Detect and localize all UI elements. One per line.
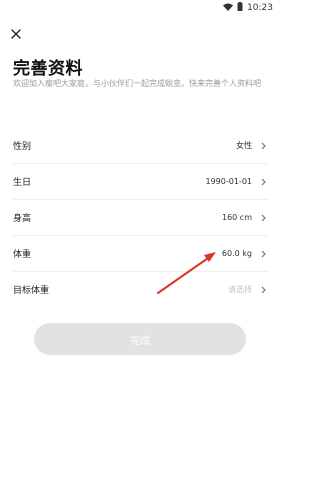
status-time: 10:23 bbox=[247, 3, 273, 13]
status-bar: 10:23 bbox=[0, 0, 281, 16]
profile-form: 性别 女性 生日 1990-01-01 身高 160 cm 体重 60.0 kg… bbox=[13, 128, 268, 307]
form-row-label: 体重 bbox=[13, 250, 32, 260]
close-button[interactable] bbox=[9, 26, 23, 40]
form-row-value: 60.0 kg bbox=[221, 249, 252, 258]
form-row-value: 女性 bbox=[236, 141, 252, 150]
form-row-target-weight[interactable]: 目标体重 请选择 bbox=[13, 272, 268, 307]
form-row-height[interactable]: 身高 160 cm bbox=[13, 200, 268, 236]
close-icon bbox=[11, 24, 21, 43]
form-row-label: 生日 bbox=[13, 178, 32, 188]
chevron-right-icon bbox=[260, 286, 266, 294]
form-row-value: 1990-01-01 bbox=[205, 177, 253, 186]
chevron-right-icon bbox=[260, 250, 266, 258]
form-row-birthday[interactable]: 生日 1990-01-01 bbox=[13, 164, 268, 200]
submit-button-label: 完成 bbox=[130, 335, 150, 347]
form-row-label: 目标体重 bbox=[13, 286, 50, 296]
page-title: 完善资料 bbox=[13, 59, 83, 79]
wifi-icon bbox=[223, 3, 234, 14]
chevron-right-icon bbox=[260, 214, 266, 222]
chevron-right-icon bbox=[260, 178, 266, 186]
form-row-gender[interactable]: 性别 女性 bbox=[13, 128, 268, 164]
chevron-right-icon bbox=[260, 142, 266, 150]
form-row-weight[interactable]: 体重 60.0 kg bbox=[13, 236, 268, 272]
form-row-placeholder: 请选择 bbox=[228, 285, 252, 294]
battery-icon bbox=[237, 2, 243, 14]
form-row-label: 身高 bbox=[13, 214, 32, 224]
form-row-label: 性别 bbox=[13, 142, 32, 152]
submit-button[interactable]: 完成 bbox=[34, 323, 246, 355]
status-icons: 10:23 bbox=[223, 2, 273, 14]
page-subtitle: 欢迎加入瘦吧大家庭，与小伙伴们一起完成蜕变。快来完善个人资料吧 bbox=[13, 79, 261, 88]
form-row-value: 160 cm bbox=[221, 213, 252, 222]
